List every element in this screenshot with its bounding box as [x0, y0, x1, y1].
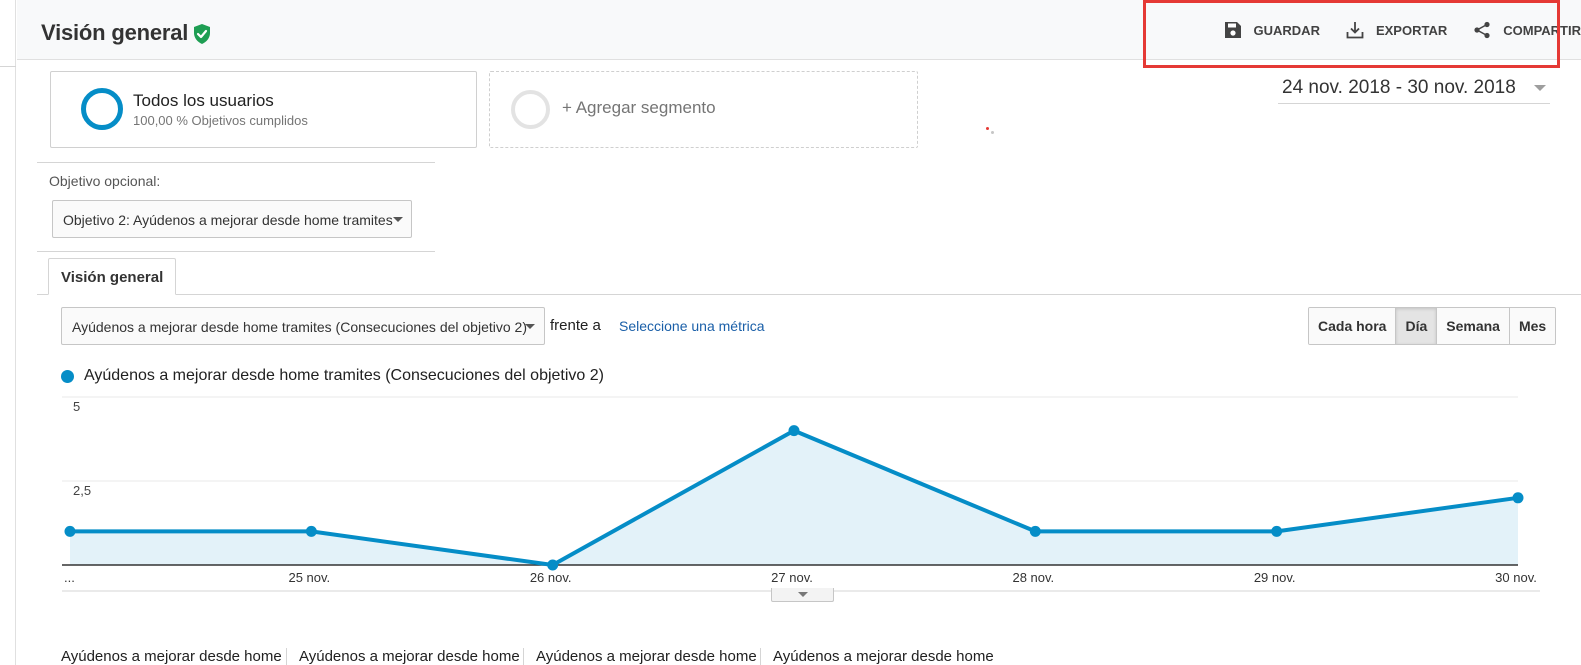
date-range-picker[interactable]: 24 nov. 2018 - 30 nov. 2018	[1278, 74, 1550, 104]
x-tick-label: 30 nov.	[1495, 570, 1537, 585]
period-month-button[interactable]: Mes	[1508, 308, 1556, 344]
data-point[interactable]	[64, 525, 76, 537]
legend-marker	[61, 369, 74, 383]
versus-label: frente a	[550, 317, 601, 334]
summary-column-header[interactable]: Ayúdenos a mejorar desde home tramites	[286, 648, 523, 665]
series-line	[70, 428, 1519, 567]
rail-divider	[0, 66, 16, 67]
summary-header-row: Ayúdenos a mejorar desde home tramites A…	[61, 648, 1021, 665]
tab-overview[interactable]: Visión general	[48, 258, 176, 295]
x-tick-label: 25 nov.	[288, 570, 330, 585]
segment-ring-icon	[81, 88, 123, 130]
summary-column-header[interactable]: Ayúdenos a mejorar desde home tramites	[760, 648, 997, 665]
actions-highlight-box	[1143, 0, 1560, 68]
data-point[interactable]	[1029, 525, 1041, 537]
add-segment-button[interactable]: + Agregar segmento	[489, 71, 918, 148]
series-area	[70, 430, 1518, 565]
page-title: Visión general	[41, 20, 189, 45]
analytics-page: Visión general GUARDAR EXPORTAR COMPARTI…	[0, 0, 1581, 665]
y-tick-label: 2,5	[73, 483, 91, 498]
divider	[37, 251, 435, 252]
period-hourly-button[interactable]: Cada hora	[1309, 308, 1396, 344]
cursor-marker-shadow	[991, 131, 994, 134]
data-point[interactable]	[547, 559, 559, 571]
data-point[interactable]	[1271, 525, 1283, 537]
data-point[interactable]	[788, 425, 800, 437]
period-toggle-group: Cada hora Día Semana Mes	[1308, 307, 1557, 345]
chart-legend: Ayúdenos a mejorar desde home tramites (…	[61, 367, 604, 385]
x-tick-label: 28 nov.	[1012, 570, 1054, 585]
chevron-down-icon	[525, 324, 535, 329]
tab-label: Visión general	[61, 269, 164, 286]
y-tick-label: 5	[73, 399, 80, 414]
data-point[interactable]	[305, 525, 317, 537]
metric-select-value: Ayúdenos a mejorar desde home tramites (…	[72, 319, 527, 335]
chart-expand-toggle[interactable]	[771, 588, 834, 602]
segment-name: Todos los usuarios	[133, 91, 274, 110]
date-range-label: 24 nov. 2018 - 30 nov. 2018	[1282, 77, 1516, 98]
metric-select[interactable]: Ayúdenos a mejorar desde home tramites (…	[61, 307, 545, 345]
summary-column-header[interactable]: Ayúdenos a mejorar desde home tramites	[61, 648, 286, 665]
chevron-down-icon	[798, 592, 808, 597]
divider	[37, 162, 435, 163]
left-navigation-rail	[0, 0, 16, 665]
chevron-down-icon	[1534, 85, 1546, 91]
cursor-marker	[986, 127, 989, 130]
segment-detail: 100,00 % Objetivos cumplidos	[133, 113, 308, 128]
select-metric-link[interactable]: Seleccione una métrica	[619, 318, 765, 334]
add-segment-label: + Agregar segmento	[562, 98, 716, 117]
data-point[interactable]	[1512, 492, 1524, 504]
legend-series-label: Ayúdenos a mejorar desde home tramites (…	[84, 367, 604, 384]
empty-segment-ring-icon	[511, 90, 550, 129]
goal-select[interactable]: Objetivo 2: Ayúdenos a mejorar desde hom…	[52, 200, 412, 238]
goal-option-label: Objetivo opcional:	[49, 173, 161, 189]
goal-select-value: Objetivo 2: Ayúdenos a mejorar desde hom…	[63, 212, 393, 228]
tab-bar-baseline	[37, 294, 1581, 295]
period-day-button[interactable]: Día	[1395, 308, 1437, 344]
segment-card-all-users[interactable]: Todos los usuarios 100,00 % Objetivos cu…	[50, 71, 477, 148]
x-tick-label: ...	[64, 570, 75, 585]
x-tick-label: 26 nov.	[530, 570, 572, 585]
summary-column-header[interactable]: Ayúdenos a mejorar desde home tramites	[523, 648, 760, 665]
verified-shield-icon	[194, 24, 210, 44]
x-tick-label: 27 nov.	[771, 570, 813, 585]
period-week-button[interactable]: Semana	[1436, 308, 1509, 344]
x-tick-label: 29 nov.	[1254, 570, 1296, 585]
chevron-down-icon	[393, 217, 403, 222]
